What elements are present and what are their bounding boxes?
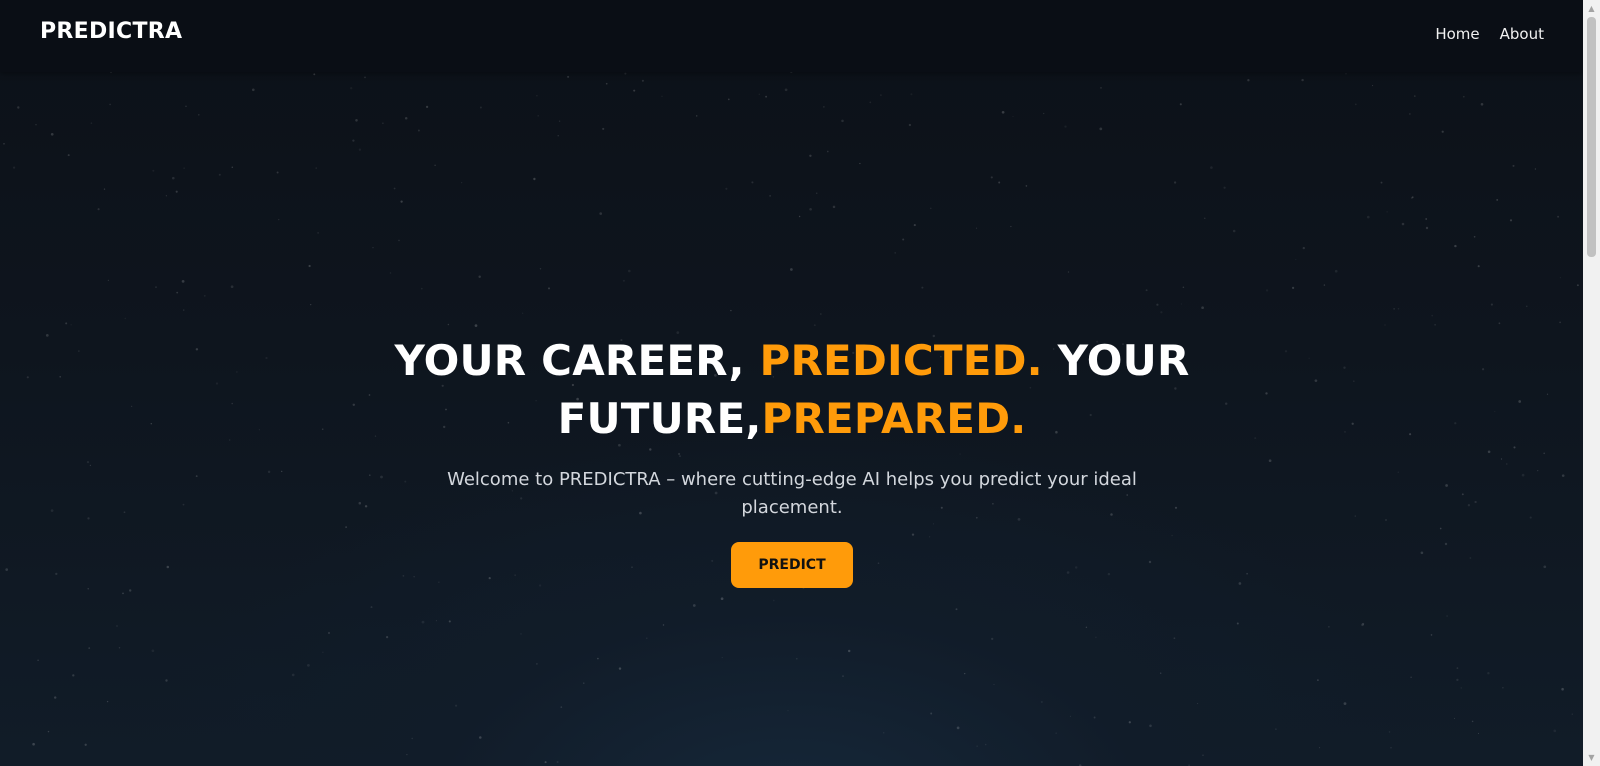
nav-link-about[interactable]: About <box>1500 25 1544 43</box>
hero-subtitle: Welcome to PREDICTRA – where cutting-edg… <box>447 469 1137 518</box>
headline-accent-predicted: PREDICTED. <box>759 336 1043 385</box>
headline-accent-prepared: PREPARED. <box>761 394 1027 443</box>
page: PREDICTRA Home About YOUR CAREER, PREDIC… <box>0 0 1583 766</box>
hero-section: YOUR CAREER, PREDICTED. YOUR FUTURE,PREP… <box>392 332 1192 588</box>
hero-headline: YOUR CAREER, PREDICTED. YOUR FUTURE,PREP… <box>392 332 1192 448</box>
scroll-thumb[interactable] <box>1587 17 1596 257</box>
vertical-scrollbar[interactable]: ▲ ▼ <box>1583 0 1600 766</box>
nav-links: Home About <box>1435 25 1544 43</box>
scroll-up-arrow-icon[interactable]: ▲ <box>1583 0 1600 17</box>
predict-button[interactable]: PREDICT <box>731 542 853 588</box>
nav-link-home[interactable]: Home <box>1435 25 1479 43</box>
brand-logo[interactable]: PREDICTRA <box>40 19 182 44</box>
headline-text-1: YOUR CAREER, <box>394 336 760 385</box>
navbar: PREDICTRA Home About <box>0 0 1583 72</box>
scroll-down-arrow-icon[interactable]: ▼ <box>1583 749 1600 766</box>
